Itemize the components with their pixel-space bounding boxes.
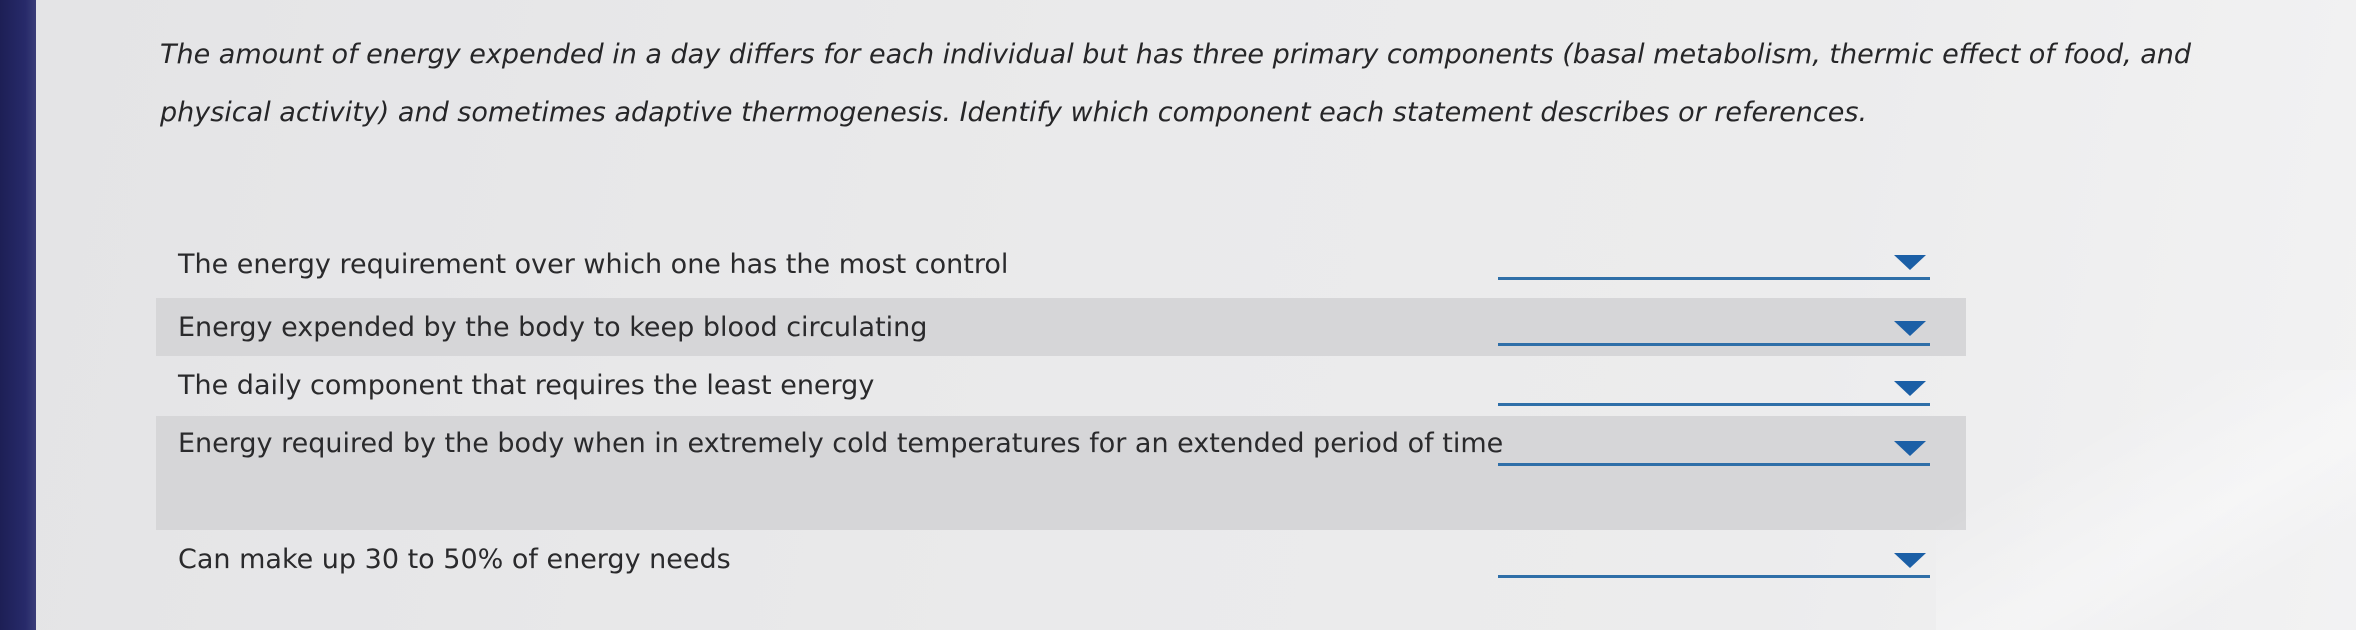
answer-dropdown-4[interactable]: [1498, 426, 1930, 466]
dropdown-underline: [1498, 403, 1930, 406]
question-row-2: Energy expended by the body to keep bloo…: [156, 298, 1966, 356]
question-text: Energy expended by the body to keep bloo…: [178, 312, 928, 343]
matching-question-list: The energy requirement over which one ha…: [156, 240, 1966, 590]
instructions-line-2: physical activity) and sometimes adaptiv…: [160, 97, 1868, 128]
question-row-5: Can make up 30 to 50% of energy needs: [156, 530, 1966, 590]
question-text: The daily component that requires the le…: [178, 370, 875, 401]
dropdown-underline: [1498, 575, 1930, 578]
caret-down-icon: [1894, 255, 1926, 270]
question-text: Can make up 30 to 50% of energy needs: [178, 544, 731, 575]
caret-down-icon: [1894, 381, 1926, 396]
answer-dropdown-3[interactable]: [1498, 366, 1930, 406]
answer-dropdown-2[interactable]: [1498, 306, 1930, 346]
caret-down-icon: [1894, 553, 1926, 568]
instructions-line-1: The amount of energy expended in a day d…: [160, 39, 2192, 70]
question-panel: The amount of energy expended in a day d…: [36, 0, 2356, 630]
question-row-1: The energy requirement over which one ha…: [156, 240, 1966, 298]
caret-down-icon: [1894, 441, 1926, 456]
question-row-3: The daily component that requires the le…: [156, 356, 1966, 416]
dropdown-underline: [1498, 277, 1930, 280]
left-screen-edge: [0, 0, 36, 630]
instructions: The amount of energy expended in a day d…: [160, 26, 2260, 142]
answer-dropdown-5[interactable]: [1498, 538, 1930, 578]
question-text: The energy requirement over which one ha…: [178, 249, 1009, 280]
caret-down-icon: [1894, 321, 1926, 336]
question-text: Energy required by the body when in extr…: [178, 428, 1504, 459]
question-row-4: Energy required by the body when in extr…: [156, 416, 1966, 530]
dropdown-underline: [1498, 463, 1930, 466]
screen-glare: [1936, 370, 2356, 630]
answer-dropdown-1[interactable]: [1498, 240, 1930, 280]
dropdown-underline: [1498, 343, 1930, 346]
